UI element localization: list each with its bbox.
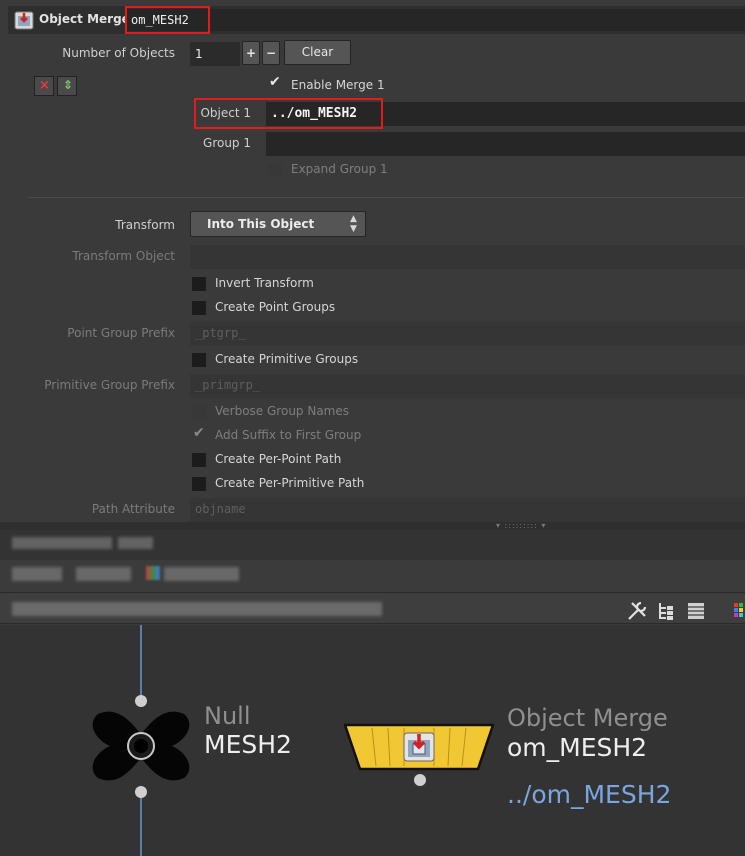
blurred-path-icon — [146, 566, 160, 580]
transform-object-field[interactable] — [190, 245, 745, 269]
merge-node-name: om_MESH2 — [507, 733, 648, 762]
invert-transform-checkbox[interactable] — [192, 277, 206, 291]
close-icon: × — [39, 78, 50, 93]
create-point-groups-label: Create Point Groups — [215, 300, 336, 314]
wrench-icon[interactable] — [626, 600, 648, 622]
path-attribute-placeholder: objname — [195, 502, 246, 516]
color-palette-icon[interactable] — [733, 602, 745, 620]
add-suffix-label: Add Suffix to First Group — [215, 428, 362, 442]
primitive-group-prefix-placeholder: _primgrp_ — [195, 378, 261, 392]
create-point-groups-checkbox[interactable] — [192, 301, 206, 315]
group1-field[interactable] — [266, 132, 745, 156]
create-primitive-groups-checkbox[interactable] — [192, 353, 206, 367]
grip-icon: ▾ ::::::::: ▾ — [496, 521, 547, 530]
enable-merge-label: Enable Merge 1 — [291, 78, 385, 92]
merge-node-type: Object Merge — [507, 704, 668, 732]
blurred-path — [164, 567, 239, 581]
check-icon: ✔ — [193, 425, 205, 441]
group1-label: Group 1 — [203, 136, 251, 150]
primitive-group-prefix-field[interactable]: _primgrp_ — [190, 374, 745, 398]
separator — [28, 197, 745, 198]
tree-view-icon[interactable] — [656, 600, 676, 622]
create-per-primitive-path-checkbox[interactable] — [192, 477, 206, 491]
transform-object-label: Transform Object — [72, 249, 175, 263]
node-name-field[interactable] — [126, 9, 745, 31]
point-group-prefix-label: Point Group Prefix — [67, 326, 175, 340]
node-name-highlight — [125, 6, 210, 34]
node-wire-top — [140, 625, 142, 701]
enable-merge-checkbox[interactable]: ✔ — [268, 74, 282, 92]
num-objects-label: Number of Objects — [62, 46, 175, 60]
null-node-shape[interactable] — [90, 708, 192, 784]
clear-button[interactable]: Clear — [284, 40, 351, 65]
blurred-path — [12, 567, 62, 581]
node-type-label: Object Merge — [39, 12, 130, 26]
add-suffix-checkbox[interactable]: ✔ — [192, 425, 206, 443]
invert-transform-label: Invert Transform — [215, 276, 314, 290]
num-objects-value: 1 — [195, 47, 203, 61]
null-node-input-connector[interactable] — [135, 695, 147, 707]
insert-instance-button[interactable]: ⇕ — [57, 76, 77, 96]
object-merge-node-icon — [14, 11, 34, 30]
list-view-icon[interactable] — [686, 600, 706, 622]
node-wire-bottom — [140, 792, 142, 856]
null-node-type: Null — [204, 702, 251, 730]
object-merge-icon — [402, 731, 436, 763]
merge-node-path: ../om_MESH2 — [507, 780, 672, 809]
check-icon: ✔ — [269, 74, 281, 90]
blurred-tab — [12, 537, 112, 549]
remove-instance-button[interactable]: × — [34, 76, 54, 96]
updown-arrows-icon: ▲ ▼ — [350, 214, 357, 234]
null-node-name: MESH2 — [204, 730, 292, 759]
create-per-point-path-label: Create Per-Point Path — [215, 452, 342, 466]
point-group-prefix-placeholder: _ptgrp_ — [195, 326, 246, 340]
expand-group-label: Expand Group 1 — [291, 162, 388, 176]
transform-label: Transform — [115, 218, 175, 232]
verbose-group-names-checkbox[interactable] — [192, 405, 206, 419]
transform-menu-value: Into This Object — [207, 217, 315, 231]
create-primitive-groups-label: Create Primitive Groups — [215, 352, 359, 366]
path-attribute-label: Path Attribute — [91, 502, 175, 516]
path-attribute-field[interactable]: objname — [190, 498, 745, 522]
blurred-path — [76, 567, 131, 581]
null-node-output-connector[interactable] — [135, 786, 147, 798]
blurred-tab — [118, 537, 153, 549]
object1-highlight — [194, 98, 383, 129]
object-merge-output-connector[interactable] — [414, 774, 426, 786]
point-group-prefix-field[interactable]: _ptgrp_ — [190, 322, 745, 346]
verbose-group-names-label: Verbose Group Names — [215, 404, 350, 418]
blurred-menu — [12, 602, 382, 616]
transform-menu[interactable]: Into This Object ▲ ▼ — [190, 211, 366, 237]
add-object-button[interactable]: + — [242, 41, 260, 65]
pane-splitter[interactable]: ▾ ::::::::: ▾ — [0, 521, 745, 530]
create-per-primitive-path-label: Create Per-Primitive Path — [215, 476, 365, 490]
remove-object-button[interactable]: − — [262, 41, 280, 65]
create-per-point-path-checkbox[interactable] — [192, 453, 206, 467]
primitive-group-prefix-label: Primitive Group Prefix — [44, 378, 175, 392]
expand-group-checkbox[interactable] — [268, 163, 282, 177]
plus-arrow-icon: ⇕ — [63, 78, 74, 92]
